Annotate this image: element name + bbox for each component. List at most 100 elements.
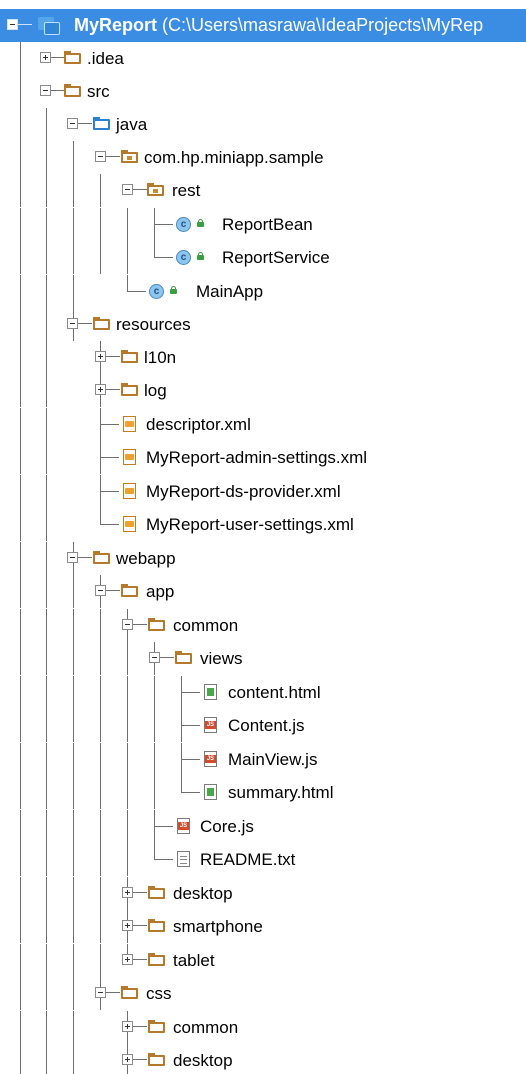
lock-icon — [197, 219, 204, 227]
text-file-icon — [177, 851, 190, 867]
tree-item-mainview-js[interactable]: MainView.js — [0, 743, 526, 776]
tree-item-readme-txt[interactable]: README.txt — [0, 843, 526, 876]
tree-item-app[interactable]: app — [0, 575, 526, 608]
tree-item-admin-settings-xml[interactable]: MyReport-admin-settings.xml — [0, 441, 526, 474]
tree-item-label: css — [146, 984, 172, 1003]
expand-toggle[interactable] — [95, 351, 106, 362]
collapse-toggle[interactable] — [95, 151, 106, 162]
tree-item-content-html[interactable]: content.html — [0, 676, 526, 709]
tree-item-label: ReportBean — [222, 215, 313, 234]
tree-item-label: rest — [172, 181, 201, 200]
tree-item-css-common[interactable]: common — [0, 1011, 526, 1044]
expand-toggle[interactable] — [122, 1021, 133, 1032]
lock-icon — [170, 286, 177, 294]
expand-toggle[interactable] — [122, 920, 133, 931]
tree-item-reportbean[interactable]: c ReportBean — [0, 208, 526, 241]
tree-item-views[interactable]: views — [0, 642, 526, 675]
tree-item-core-js[interactable]: Core.js — [0, 810, 526, 843]
tree-item-com-hp-miniapp-sample[interactable]: com.hp.miniapp.sample — [0, 141, 526, 174]
tree-item-label: src — [87, 82, 110, 101]
tree-item-css-desktop[interactable]: desktop — [0, 1044, 526, 1074]
tree-item-css[interactable]: css — [0, 977, 526, 1010]
tree-item-label: webapp — [116, 549, 176, 568]
tree-item-label: MainApp — [196, 282, 264, 301]
package-icon — [121, 150, 138, 163]
tree-item-log[interactable]: log — [0, 374, 526, 407]
folder-icon — [93, 317, 110, 330]
class-icon: c — [176, 217, 191, 232]
tree-item-label: tablet — [173, 951, 215, 970]
tree-item-label: ReportService — [222, 248, 330, 267]
folder-icon — [121, 584, 138, 597]
tree-root-label: MyReport (C:\Users\masrawa\IdeaProjects\… — [74, 15, 483, 35]
class-icon: c — [176, 250, 191, 265]
tree-item-label: README.txt — [200, 850, 296, 869]
collapse-toggle[interactable] — [7, 19, 18, 30]
tree-item-label: common — [173, 616, 239, 635]
collapse-toggle[interactable] — [95, 585, 106, 596]
folder-icon — [64, 84, 81, 97]
folder-icon — [93, 551, 110, 564]
tree-item-label: MainView.js — [228, 750, 318, 769]
folder-icon — [121, 350, 138, 363]
expand-toggle[interactable] — [122, 887, 133, 898]
tree-item-common[interactable]: common — [0, 609, 526, 642]
expand-toggle[interactable] — [122, 1054, 133, 1065]
tree-item-reportservice[interactable]: c ReportService — [0, 241, 526, 274]
project-path: (C:\Users\masrawa\IdeaProjects\MyRep — [162, 15, 484, 35]
class-icon: c — [149, 284, 164, 299]
tree-item-label: log — [144, 381, 167, 400]
js-file-icon — [177, 818, 190, 834]
expand-toggle[interactable] — [95, 384, 106, 395]
folder-icon — [148, 1053, 165, 1066]
tree-item-label: .idea — [87, 49, 124, 68]
collapse-toggle[interactable] — [67, 118, 78, 129]
tree-item-descriptor-xml[interactable]: descriptor.xml — [0, 408, 526, 441]
tree-item-mainapp[interactable]: c MainApp — [0, 275, 526, 308]
collapse-toggle[interactable] — [122, 184, 133, 195]
tree-item-rest[interactable]: rest — [0, 174, 526, 207]
tree-item-ds-provider-xml[interactable]: MyReport-ds-provider.xml — [0, 475, 526, 508]
tree-item-label: summary.html — [228, 783, 334, 802]
tree-item-label: Content.js — [228, 716, 305, 735]
tree-item-resources[interactable]: resources — [0, 308, 526, 341]
collapse-toggle[interactable] — [40, 85, 51, 96]
folder-icon — [148, 1020, 165, 1033]
tree-item-label: smartphone — [173, 917, 263, 936]
collapse-toggle[interactable] — [95, 987, 106, 998]
tree-item-content-js[interactable]: Content.js — [0, 709, 526, 742]
js-file-icon — [204, 717, 217, 733]
tree-item-user-settings-xml[interactable]: MyReport-user-settings.xml — [0, 508, 526, 541]
xml-file-icon — [123, 416, 136, 432]
project-name: MyReport — [74, 15, 158, 35]
tree-item-summary-html[interactable]: summary.html — [0, 776, 526, 809]
folder-icon — [148, 886, 165, 899]
tree-item-label: desktop — [173, 1051, 233, 1070]
tree-root-row[interactable]: MyReport (C:\Users\masrawa\IdeaProjects\… — [0, 9, 526, 42]
tree-item-java[interactable]: java — [0, 108, 526, 141]
tree-item-desktop[interactable]: desktop — [0, 877, 526, 910]
collapse-toggle[interactable] — [67, 318, 78, 329]
js-file-icon — [204, 751, 217, 767]
folder-icon — [64, 51, 81, 64]
expand-toggle[interactable] — [40, 52, 51, 63]
collapse-toggle[interactable] — [67, 552, 78, 563]
tree-item-webapp[interactable]: webapp — [0, 542, 526, 575]
collapse-toggle[interactable] — [149, 652, 160, 663]
tree-item-idea[interactable]: .idea — [0, 42, 526, 75]
tree-item-label: MyReport-admin-settings.xml — [146, 448, 368, 467]
lock-icon — [197, 252, 204, 260]
folder-icon — [121, 986, 138, 999]
collapse-toggle[interactable] — [122, 619, 133, 630]
tree-item-label: MyReport-ds-provider.xml — [146, 482, 341, 501]
tree-item-label: views — [200, 649, 243, 668]
tree-item-tablet[interactable]: tablet — [0, 944, 526, 977]
expand-toggle[interactable] — [122, 954, 133, 965]
html-file-icon — [204, 784, 217, 800]
tree-item-label: Core.js — [200, 817, 254, 836]
folder-icon — [175, 651, 192, 664]
tree-item-src[interactable]: src — [0, 75, 526, 108]
tree-item-l10n[interactable]: l10n — [0, 341, 526, 374]
tree-item-smartphone[interactable]: smartphone — [0, 910, 526, 943]
folder-icon — [148, 919, 165, 932]
